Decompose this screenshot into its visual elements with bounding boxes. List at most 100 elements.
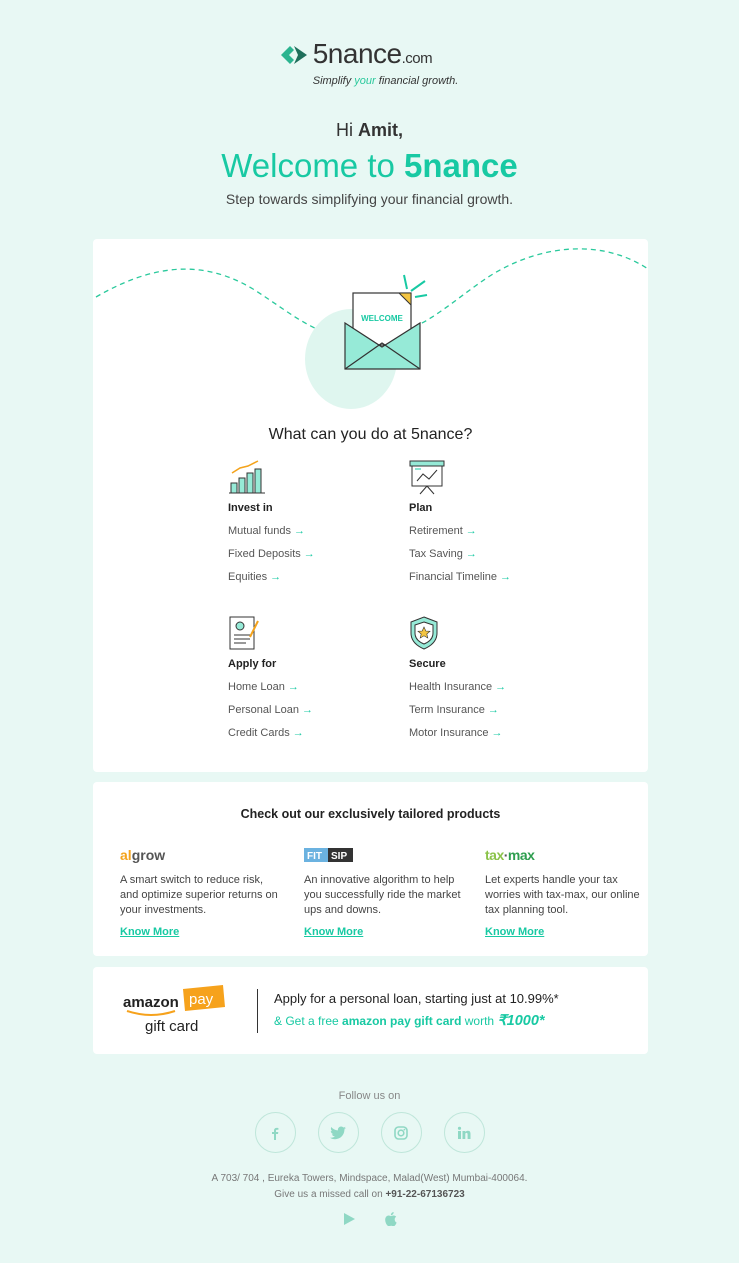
greeting: Hi Amit, Welcome to 5nance Step towards … [0,120,739,207]
social-links [0,1112,739,1153]
facebook-link[interactable] [254,1112,296,1153]
arrow-right-icon: → [465,525,477,537]
arrow-right-icon: → [487,704,499,716]
presentation-board-icon [409,460,445,495]
tagline-post: financial growth. [375,75,459,87]
tax-max-logo: tax·max [485,847,536,863]
linkedin-link[interactable] [443,1112,485,1153]
brand-logo[interactable]: 5nance.com Simplify your financial growt… [280,40,459,87]
arrow-right-icon: → [495,681,507,693]
welcome-pre: Welcome to [221,147,405,184]
product-fit-sip: FIT SIP An innovative algorithm to help … [304,846,464,940]
link-home-loan[interactable]: Home Loan → [228,681,398,693]
arrow-right-icon: → [465,548,477,560]
link-label: Fixed Deposits [228,548,301,560]
svg-text:SIP: SIP [331,851,347,862]
svg-text:algrow: algrow [120,847,165,863]
category-secure: Secure Health Insurance → Term Insurance →… [409,615,579,739]
address: A 703/ 704 , Eureka Towers, Mindspace, M… [211,1173,528,1184]
link-health-insurance[interactable]: Health Insurance → [409,681,579,693]
google-play-link[interactable] [342,1212,356,1231]
main-card: WELCOME What can you do at 5nance? Inves… [93,239,648,772]
category-invest-title: Invest in [228,502,273,514]
arrow-right-icon: → [287,681,299,693]
link-fixed-deposits[interactable]: Fixed Deposits → [228,548,398,560]
app-store-link[interactable] [384,1212,397,1231]
link-credit-cards[interactable]: Credit Cards → [228,727,398,739]
link-label: Motor Insurance [409,727,489,739]
link-term-insurance[interactable]: Term Insurance → [409,704,579,716]
offer-line-2: & Get a free amazon pay gift card worth … [274,1013,545,1029]
brand-domain: .com [401,50,433,67]
greeting-hi-text: Hi [336,120,358,140]
product-desc: An innovative algorithm to help you succ… [304,874,461,916]
link-financial-timeline[interactable]: Financial Timeline → [409,571,579,583]
category-secure-title: Secure [409,658,446,670]
link-personal-loan[interactable]: Personal Loan → [228,704,398,716]
phone-number[interactable]: +91-22-67136723 [385,1189,464,1200]
category-apply: Apply for Home Loan → Personal Loan → Cred… [228,615,398,739]
instagram-icon [394,1125,408,1140]
products-heading: Check out our exclusively tailored produ… [240,807,501,821]
product-desc: A smart switch to reduce risk, and optim… [120,874,278,916]
link-motor-insurance[interactable]: Motor Insurance → [409,727,579,739]
category-apply-title: Apply for [228,658,277,670]
header: 5nance.com Simplify your financial growt… [0,40,739,87]
facebook-icon [272,1127,279,1140]
instagram-link[interactable] [380,1112,422,1153]
link-tax-saving[interactable]: Tax Saving → [409,548,579,560]
footer: Follow us on A 703/ 704 , Eureka Towers,… [0,1090,739,1231]
arrow-right-icon: → [301,704,313,716]
link-label: Mutual funds [228,525,291,537]
link-label: Retirement [409,525,463,537]
logo-mark-icon [280,46,307,64]
welcome-heading: Welcome to 5nance [0,147,739,185]
shield-star-icon [410,616,438,650]
missed-call-pre: Give us a missed call on [274,1189,386,1200]
product-tax-max: tax·max Let experts handle your tax worr… [485,846,645,940]
product-desc: Let experts handle your tax worries with… [485,874,640,916]
know-more-link[interactable]: Know More [485,926,544,938]
svg-text:FIT: FIT [307,851,322,862]
app-store-links [0,1212,739,1231]
arrow-right-icon: → [292,727,304,739]
amazon-offer-card[interactable]: amazon pay gift card Apply for a persona… [93,967,648,1054]
link-retirement[interactable]: Retirement → [409,525,579,537]
brand-name: 5nance.com [313,40,459,73]
brand-tagline: Simplify your financial growth. [313,75,459,87]
know-more-link[interactable]: Know More [120,926,179,938]
offer-line-2-bold: amazon pay gift card [342,1014,462,1028]
link-label: Personal Loan [228,704,299,716]
gift-card-word: gift card [145,1018,198,1035]
arrow-right-icon: → [303,548,315,560]
brand-name-text: 5nance [312,38,402,69]
twitter-link[interactable] [317,1112,359,1153]
welcome-subtitle: Step towards simplifying your financial … [225,191,514,207]
google-play-icon [344,1213,355,1225]
offer-amount: ₹1000* [497,1013,545,1029]
apple-icon [385,1212,397,1227]
know-more-link[interactable]: Know More [304,926,363,938]
category-invest: Invest in Mutual funds → Fixed Deposits → … [228,459,398,583]
products-card: Check out our exclusively tailored produ… [93,782,648,956]
features-heading: What can you do at 5nance? [268,426,473,443]
link-equities[interactable]: Equities → [228,571,398,583]
welcome-illustration: WELCOME [95,248,648,409]
envelope-text: WELCOME [361,314,403,323]
link-label: Tax Saving [409,548,463,560]
bar-chart-icon [229,460,265,494]
arrow-right-icon: → [491,727,503,739]
product-algrow: algrow A smart switch to reduce risk, an… [120,846,280,940]
link-label: Financial Timeline [409,571,498,583]
link-mutual-funds[interactable]: Mutual funds → [228,525,398,537]
amazon-pay-gift-card-logo: amazon pay gift card [123,985,225,1035]
pay-word: pay [189,991,214,1008]
tagline-your: your [354,75,376,87]
link-label: Equities [228,571,268,583]
follow-us-label: Follow us on [338,1090,401,1102]
arrow-right-icon: → [500,571,512,583]
arrow-right-icon: → [270,571,282,583]
amazon-word: amazon [123,994,179,1011]
algrow-logo: algrow [120,847,165,863]
link-label: Credit Cards [228,727,290,739]
